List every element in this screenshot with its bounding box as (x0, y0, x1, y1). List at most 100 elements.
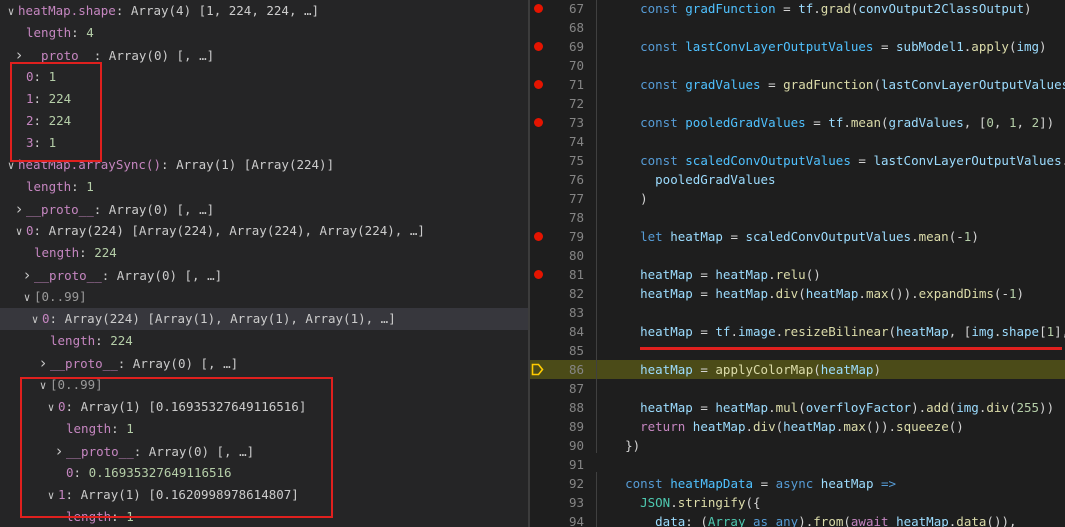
variable-key: length (50, 333, 96, 348)
variable-separator: : (49, 311, 65, 326)
variable-row[interactable]: › __proto__: Array(0) [, …] (0, 352, 528, 374)
line-number: 82 (568, 286, 584, 301)
variables-panel: ∨ heatMap.shape: Array(4) [1, 224, 224, …… (0, 0, 528, 527)
variable-separator: : (71, 25, 87, 40)
variable-row[interactable]: length: 224 (0, 330, 528, 352)
variable-value: Array(0) [, …] (116, 268, 223, 283)
line-number: 91 (568, 457, 584, 472)
code-line[interactable]: 91 (530, 455, 1065, 474)
line-number: 87 (568, 381, 584, 396)
line-number: 84 (568, 324, 584, 339)
annotation-box-shape (10, 62, 102, 162)
line-number: 81 (568, 267, 584, 282)
line-number: 72 (568, 96, 584, 111)
chevron-down-icon[interactable]: ∨ (28, 309, 42, 330)
variable-value: Array(0) [, …] (132, 356, 239, 371)
line-number: 73 (568, 115, 584, 130)
variable-row[interactable]: length: 4 (0, 22, 528, 44)
variable-value: Array(1) [Array(224)] (176, 157, 335, 172)
variable-value: Array(4) [1, 224, 224, …] (130, 3, 320, 18)
variable-row[interactable]: ∨ 0: Array(224) [Array(224), Array(224), … (0, 220, 528, 242)
code-line[interactable]: 70 (530, 56, 1065, 75)
code-line[interactable]: 68 (530, 18, 1065, 37)
variable-value: Array(224) [Array(224), Array(224), Arra… (48, 223, 425, 238)
breakpoint-icon[interactable] (534, 232, 543, 241)
variable-value: 224 (110, 333, 133, 348)
variable-value: 1 (86, 179, 94, 194)
code-line[interactable]: 86 heatMap = applyColorMap(heatMap) (530, 360, 1065, 379)
variable-key: length (26, 25, 72, 40)
code-line[interactable]: 94 data: (Array as any).from(await heatM… (530, 512, 1065, 527)
code-line[interactable]: 77 ) (530, 189, 1065, 208)
code-line[interactable]: 92 const heatMapData = async heatMap => (530, 474, 1065, 493)
code-line[interactable]: 89 return heatMap.div(heatMap.max()).squ… (530, 417, 1065, 436)
code-line[interactable]: 75 const scaledConvOutputValues = lastCo… (530, 151, 1065, 170)
code-line[interactable]: 84 heatMap = tf.image.resizeBilinear(hea… (530, 322, 1065, 341)
code-text: heatMap = tf.image.resizeBilinear(heatMa… (640, 324, 1065, 339)
code-line[interactable]: 82 heatMap = heatMap.div(heatMap.max()).… (530, 284, 1065, 303)
line-number: 79 (568, 229, 584, 244)
chevron-right-icon[interactable]: › (20, 264, 34, 286)
code-text: heatMap = applyColorMap(heatMap) (640, 362, 881, 377)
code-line[interactable]: 72 (530, 94, 1065, 113)
code-line[interactable]: 78 (530, 208, 1065, 227)
chevron-right-icon[interactable]: › (12, 198, 26, 220)
chevron-down-icon[interactable]: ∨ (4, 1, 18, 22)
code-line[interactable]: 88 heatMap = heatMap.mul(overfloyFactor)… (530, 398, 1065, 417)
code-text: const heatMapData = async heatMap => (625, 476, 897, 491)
breakpoint-icon[interactable] (534, 80, 543, 89)
chevron-down-icon[interactable]: ∨ (20, 287, 34, 308)
code-line[interactable]: 74 (530, 132, 1065, 151)
variable-value: Array(0) [, …] (108, 202, 215, 217)
code-text: }) (625, 438, 641, 453)
code-text: const lastConvLayerOutputValues = subMod… (640, 39, 1047, 54)
variable-separator: : (93, 202, 109, 217)
variable-row[interactable]: length: 224 (0, 242, 528, 264)
chevron-down-icon[interactable]: ∨ (12, 221, 26, 242)
code-line[interactable]: 79 let heatMap = scaledConvOutputValues.… (530, 227, 1065, 246)
code-line[interactable]: 73 const pooledGradValues = tf.mean(grad… (530, 113, 1065, 132)
code-text: ) (640, 191, 648, 206)
variable-row[interactable]: length: 1 (0, 176, 528, 198)
current-execution-arrow-icon (531, 363, 544, 376)
line-number: 80 (568, 248, 584, 263)
code-line[interactable]: 90 }) (530, 436, 1065, 455)
line-number: 94 (568, 514, 584, 527)
code-line[interactable]: 69 const lastConvLayerOutputValues = sub… (530, 37, 1065, 56)
variable-row[interactable]: › __proto__: Array(0) [, …] (0, 264, 528, 286)
breakpoint-icon[interactable] (534, 4, 543, 13)
code-line[interactable]: 76 pooledGradValues (530, 170, 1065, 189)
code-text: const gradFunction = tf.grad(convOutput2… (640, 1, 1032, 16)
code-line[interactable]: 80 (530, 246, 1065, 265)
variable-value: Array(224) [Array(1), Array(1), Array(1)… (64, 311, 396, 326)
breakpoint-icon[interactable] (534, 42, 543, 51)
code-line[interactable]: 87 (530, 379, 1065, 398)
code-editor[interactable]: 67 const gradFunction = tf.grad(convOutp… (530, 0, 1065, 527)
breakpoint-icon[interactable] (534, 118, 543, 127)
variable-separator: : (117, 356, 133, 371)
variable-row[interactable]: ∨ heatMap.shape: Array(4) [1, 224, 224, …… (0, 0, 528, 22)
breakpoint-icon[interactable] (534, 270, 543, 279)
variable-row[interactable]: › __proto__: Array(0) [, …] (0, 198, 528, 220)
indent-guide (596, 0, 597, 453)
code-text: let heatMap = scaledConvOutputValues.mea… (640, 229, 979, 244)
code-line[interactable]: 83 (530, 303, 1065, 322)
code-line[interactable]: 67 const gradFunction = tf.grad(convOutp… (530, 0, 1065, 18)
code-line[interactable]: 85 (530, 341, 1065, 360)
variable-key: __proto__ (50, 356, 118, 371)
code-line[interactable]: 93 JSON.stringify({ (530, 493, 1065, 512)
line-number: 83 (568, 305, 584, 320)
line-number: 92 (568, 476, 584, 491)
variable-separator: : (161, 157, 177, 172)
code-line[interactable]: 71 const gradValues = gradFunction(lastC… (530, 75, 1065, 94)
annotation-underline (640, 347, 1062, 350)
line-number: 75 (568, 153, 584, 168)
chevron-right-icon[interactable]: › (36, 352, 50, 374)
code-line[interactable]: 81 heatMap = heatMap.relu() (530, 265, 1065, 284)
variable-row[interactable]: ∨ 0: Array(224) [Array(1), Array(1), Arra… (0, 308, 528, 330)
variable-row[interactable]: ∨ [0..99] (0, 286, 528, 308)
line-number: 74 (568, 134, 584, 149)
